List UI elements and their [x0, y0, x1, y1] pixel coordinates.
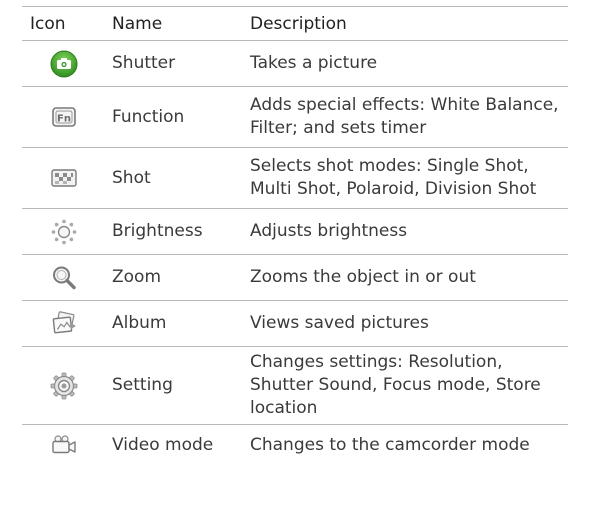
row-name: Setting — [112, 375, 173, 395]
table-row: Setting Changes settings: Resolution, Sh… — [22, 347, 568, 425]
table-row: Brightness Adjusts brightness — [22, 209, 568, 255]
table-row: Album Views saved pictures — [22, 301, 568, 347]
header-icon: Icon — [30, 13, 66, 34]
table-row: Fn Function Adds special effects: White … — [22, 87, 568, 148]
row-description: Zooms the object in or out — [250, 267, 476, 287]
row-name: Function — [112, 106, 185, 127]
row-name: Brightness — [112, 221, 203, 241]
icon-reference-table: Icon Name Description Shutter Takes a pi… — [22, 6, 568, 465]
header-name: Name — [112, 13, 163, 34]
row-description: Takes a picture — [250, 53, 378, 73]
header-description: Description — [250, 13, 347, 34]
brightness-sun-icon — [51, 219, 77, 244]
table-row: Zoom Zooms the object in or out — [22, 255, 568, 301]
row-name: Shot — [112, 167, 151, 188]
table-header: Icon Name Description — [22, 6, 568, 41]
table-row: Shot Selects shot modes: Single Shot, Mu… — [22, 148, 568, 209]
zoom-magnifier-icon — [53, 266, 76, 289]
shot-mode-icon — [51, 169, 77, 187]
row-description: Views saved pictures — [250, 313, 429, 333]
function-fn-icon: Fn — [52, 107, 76, 127]
table-row: Video mode Changes to the camcorder mode — [22, 425, 568, 465]
camera-shutter-icon — [50, 50, 78, 77]
svg-text:Fn: Fn — [57, 114, 71, 125]
row-description: Adds special effects: White Balance, Fil… — [250, 95, 559, 138]
row-description: Selects shot modes: Single Shot, Multi S… — [250, 156, 537, 199]
row-description: Changes to the camcorder mode — [250, 434, 530, 455]
row-name: Video mode — [112, 434, 214, 455]
setting-gear-icon — [50, 372, 78, 399]
table-row: Shutter Takes a picture — [22, 41, 568, 87]
row-name: Album — [112, 313, 167, 333]
row-description: Changes settings: Resolution, Shutter So… — [250, 352, 541, 418]
row-name: Shutter — [112, 53, 176, 73]
row-description: Adjusts brightness — [250, 221, 408, 241]
video-camcorder-icon — [52, 435, 76, 454]
row-name: Zoom — [112, 267, 162, 287]
album-pictures-icon — [52, 310, 76, 333]
